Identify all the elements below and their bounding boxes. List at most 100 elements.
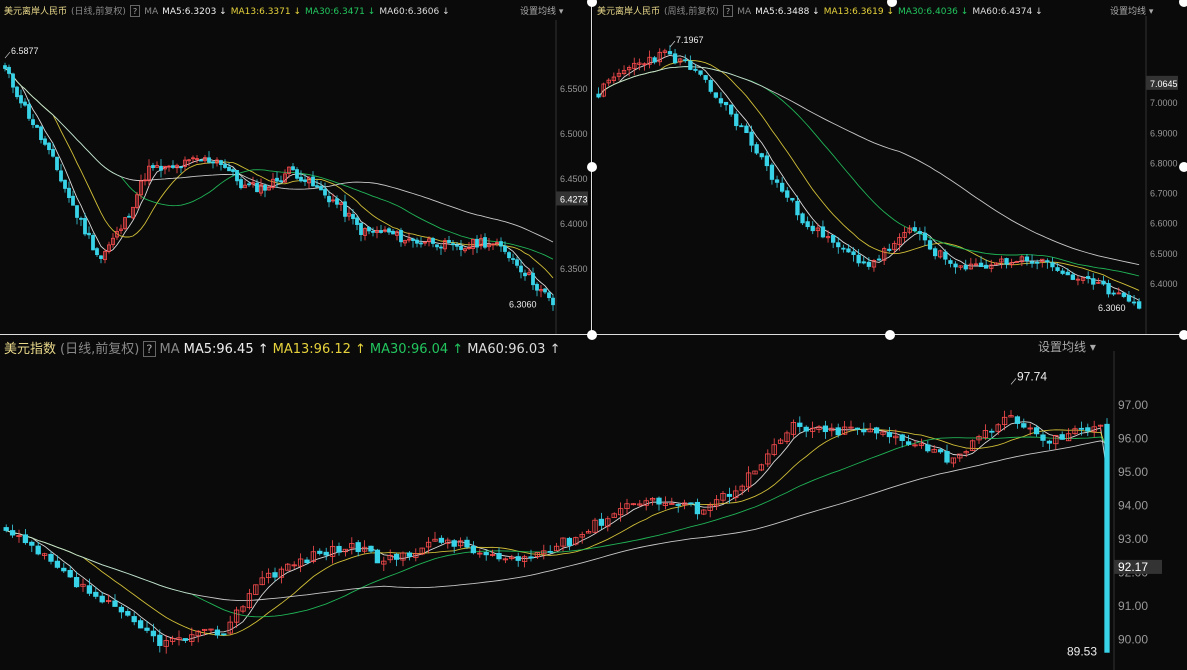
candle-body [387, 228, 391, 233]
chart-panel-weekly-cnh[interactable]: 美元离岸人民币 (周线,前复权)? MA MA5:6.3488 ↓ MA13:6.361… [593, 0, 1187, 335]
candle-body [459, 245, 463, 250]
candle-body [438, 537, 445, 543]
candle-body [1085, 276, 1091, 279]
candle-body [1033, 427, 1040, 435]
candle-body [470, 545, 477, 554]
resize-handle[interactable] [1179, 162, 1187, 172]
candle-body [275, 177, 279, 182]
resize-handle[interactable] [587, 330, 597, 340]
candle-body [873, 427, 880, 434]
candle-body [343, 201, 347, 217]
candle-body [447, 239, 451, 243]
y-tick-label: 93.00 [1118, 532, 1148, 546]
high-pointer [1010, 378, 1017, 385]
candle-body [937, 449, 944, 453]
candle-body [989, 430, 995, 433]
ma-line-13 [598, 60, 1140, 291]
y-tick-label: 6.5000 [1150, 249, 1178, 259]
resize-handle[interactable] [1179, 330, 1187, 340]
candle-body [11, 73, 15, 88]
candle-body [127, 215, 131, 218]
candle-body [531, 272, 535, 286]
candle-body [19, 95, 23, 104]
candle-body [406, 552, 413, 557]
candle-body [311, 176, 315, 187]
candle-body [800, 213, 805, 224]
ma-line-60 [6, 440, 1108, 602]
candle-body [411, 238, 415, 241]
candle-body [1034, 261, 1040, 264]
candle-body [944, 451, 950, 463]
chart-panel-dollar-index[interactable]: 美元指数 (日线,前复权)? MA MA5:96.45 ↑ MA13:96.12 ↑ MA… [0, 335, 1187, 670]
candle-body [86, 585, 93, 594]
candle-body [1111, 292, 1116, 295]
candle-body [1121, 292, 1126, 297]
candle-body [779, 182, 785, 192]
candle-body [734, 113, 739, 127]
y-tick-label: 6.5500 [560, 84, 588, 94]
ma-line-30 [4, 68, 554, 260]
candle-body [99, 595, 105, 603]
candle-body [451, 243, 455, 246]
candle-body [927, 240, 933, 250]
low-price-label: 6.3060 [1098, 303, 1126, 313]
y-tick-label: 96.00 [1118, 432, 1148, 446]
candle-body [887, 248, 892, 251]
candle-body [48, 553, 54, 562]
candle-body [199, 159, 203, 162]
candle-body [327, 196, 331, 203]
candle-body [723, 101, 729, 106]
candlestick-chart[interactable]: 97.0096.0095.0094.0093.0092.0091.0090.00… [0, 335, 1187, 670]
candle-body [95, 248, 99, 256]
candle-body [785, 190, 790, 198]
candle-body [29, 541, 35, 546]
candle-body [207, 157, 211, 163]
chart-panel-daily-cnh[interactable]: 美元离岸人民币 (日线,前复权)? MA MA5:6.3203 ↓ MA13:6.337… [0, 0, 592, 335]
resize-handle[interactable] [885, 330, 895, 340]
candle-body [728, 104, 734, 115]
candle-body [503, 245, 507, 252]
candle-body [708, 80, 713, 92]
y-tick-label: 6.7000 [1150, 189, 1178, 199]
candle-body [1040, 434, 1046, 441]
candle-body [698, 70, 703, 75]
candle-body [144, 627, 150, 631]
candle-body [99, 255, 103, 259]
low-price-label: 6.3060 [509, 300, 537, 310]
candlestick-chart[interactable]: 7.0000 6.9000 6.8000 6.7000 6.6000 6.5000 6.40… [593, 0, 1187, 334]
candle-body [79, 217, 83, 220]
candle-body [943, 251, 948, 260]
candle-body [151, 165, 155, 169]
resize-handle[interactable] [1179, 0, 1187, 7]
high-price-label: 7.1967 [676, 35, 704, 45]
candle-body [983, 264, 989, 269]
candle-body [978, 262, 984, 268]
candle-body [3, 65, 7, 69]
candle-body [797, 422, 803, 427]
candle-body [543, 288, 547, 293]
y-tick-label: 97.00 [1118, 398, 1148, 412]
candle-body [137, 620, 144, 629]
candle-body [1065, 271, 1070, 276]
candle-body [652, 57, 657, 63]
candle-body [1104, 423, 1110, 653]
resize-handle[interactable] [587, 162, 597, 172]
candle-body [1126, 295, 1132, 302]
candle-body [1091, 278, 1096, 285]
candle-body [112, 600, 118, 607]
candle-body [688, 60, 693, 70]
candle-body [3, 527, 9, 531]
candle-body [1085, 427, 1091, 432]
candlestick-chart[interactable]: 6.5500 6.5000 6.4500 6.4000 6.3500 6.5877 6.30… [0, 0, 591, 334]
candle-body [435, 244, 439, 248]
candle-body [713, 92, 718, 98]
candle-body [511, 258, 515, 260]
candle-body [739, 125, 744, 128]
candle-body [820, 226, 826, 238]
candle-body [9, 530, 16, 536]
y-tick-label: 91.00 [1118, 599, 1148, 613]
candle-body [431, 238, 435, 244]
candle-body [1055, 267, 1060, 271]
current-price-label: 92.17 [1118, 560, 1148, 574]
candle-body [830, 234, 836, 243]
